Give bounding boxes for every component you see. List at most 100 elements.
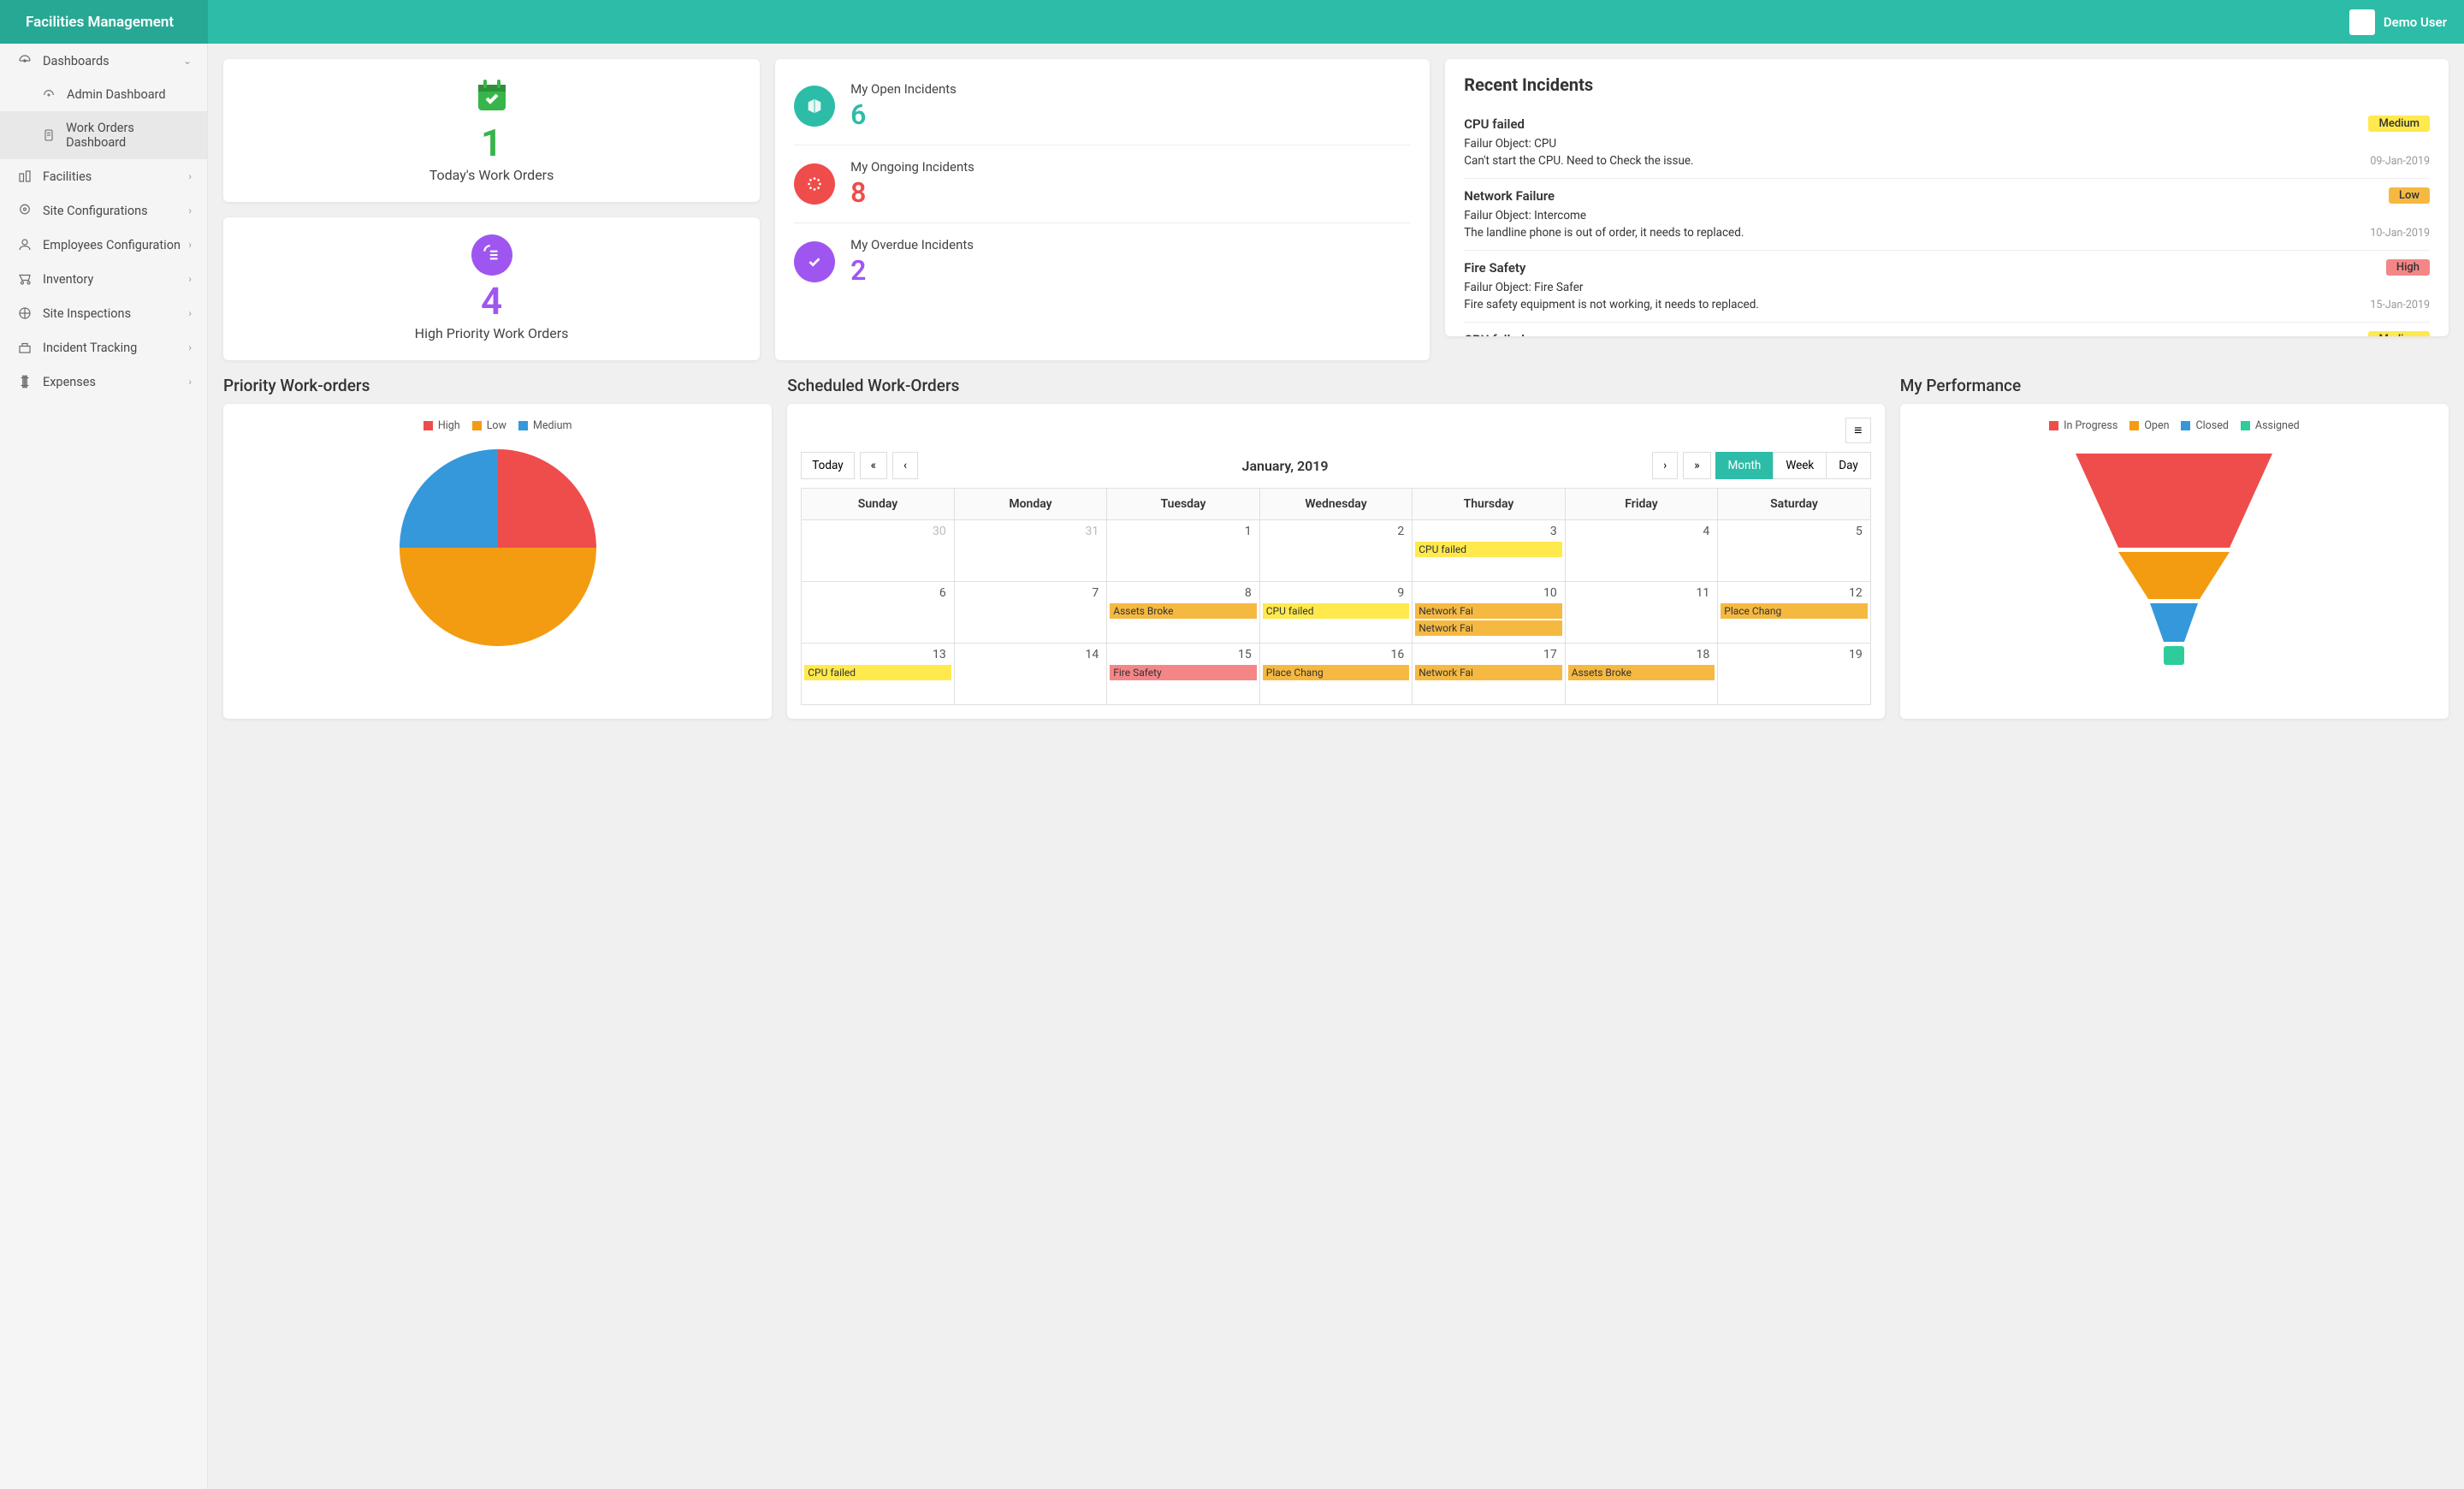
calendar-event[interactable]: CPU failed	[1263, 603, 1410, 619]
calendar-cell[interactable]: 12Place Chang	[1718, 582, 1871, 644]
sidebar-item-work-orders-dashboard[interactable]: Work Orders Dashboard	[0, 111, 207, 159]
calendar-day-header: Thursday	[1413, 489, 1566, 520]
performance-funnel-chart	[1916, 441, 2433, 680]
legend-low: Low	[487, 419, 506, 432]
calendar-event[interactable]: Place Chang	[1263, 665, 1410, 680]
calendar-cell[interactable]: 10Network FaiNetwork Fai	[1413, 582, 1566, 644]
day-number: 12	[1721, 584, 1868, 602]
calendar-event[interactable]: Network Fai	[1415, 620, 1562, 636]
check-icon	[794, 241, 835, 282]
ongoing-incidents-label: My Ongoing Incidents	[850, 159, 974, 175]
calendar-cell[interactable]: 7	[954, 582, 1107, 644]
day-number: 2	[1263, 523, 1410, 540]
sidebar-item-admin-dashboard[interactable]: Admin Dashboard	[0, 78, 207, 111]
calendar-cell[interactable]: 13CPU failed	[802, 644, 955, 705]
priority-pie-chart	[400, 449, 596, 646]
sidebar-item-facilities[interactable]: Facilities›	[0, 159, 207, 193]
calendar-event[interactable]: Fire Safety	[1110, 665, 1257, 680]
legend-medium: Medium	[533, 419, 572, 432]
calendar-event[interactable]: Assets Broke	[1110, 603, 1257, 619]
sidebar-item-site-configurations[interactable]: Site Configurations›	[0, 193, 207, 228]
calendar-event[interactable]: Network Fai	[1415, 603, 1562, 619]
next-button[interactable]: ›	[1652, 452, 1678, 479]
high-priority-label: High Priority Work Orders	[415, 325, 569, 341]
calendar-day-header: Sunday	[802, 489, 955, 520]
day-number: 10	[1415, 584, 1562, 602]
day-number: 9	[1263, 584, 1410, 602]
day-number: 4	[1568, 523, 1715, 540]
incident-item[interactable]: CPU failedMediumFailur Object: CPUCan't …	[1464, 107, 2430, 179]
calendar-cell[interactable]: 14	[954, 644, 1107, 705]
ongoing-incidents-row[interactable]: My Ongoing Incidents 8	[794, 145, 1411, 223]
chevron-right-icon: ›	[188, 273, 192, 285]
sidebar-item-expenses[interactable]: Expenses›	[0, 365, 207, 399]
calendar-cell[interactable]: 15 Fire Safety	[1107, 644, 1260, 705]
calendar-cell[interactable]: 5	[1718, 520, 1871, 582]
incident-item[interactable]: Network FailureLowFailur Object: Interco…	[1464, 179, 2430, 251]
overdue-incidents-value: 2	[850, 254, 974, 287]
calendar-event[interactable]: CPU failed	[804, 665, 951, 680]
incident-item[interactable]: Fire SafetyHighFailur Object: Fire Safer…	[1464, 251, 2430, 323]
sidebar: Dashboards⌄Admin Dashboard Work Orders Da…	[0, 44, 208, 1489]
view-month-button[interactable]: Month	[1715, 452, 1774, 479]
calendar-event[interactable]: Place Chang	[1721, 603, 1868, 619]
day-number: 19	[1721, 646, 1868, 663]
high-priority-card[interactable]: 4 High Priority Work Orders	[223, 217, 760, 360]
calendar-cell[interactable]: 30	[802, 520, 955, 582]
next-fast-button[interactable]: »	[1683, 452, 1710, 479]
calendar-cell[interactable]: 2	[1259, 520, 1413, 582]
calendar-cell[interactable]: 19	[1718, 644, 1871, 705]
calendar-cell[interactable]: 18 Assets Broke	[1565, 644, 1718, 705]
prev-button[interactable]: ‹	[892, 452, 918, 479]
prev-fast-button[interactable]: «	[860, 452, 887, 479]
sidebar-item-dashboards[interactable]: Dashboards⌄	[0, 44, 207, 78]
overdue-incidents-row[interactable]: My Overdue Incidents 2	[794, 223, 1411, 300]
avatar	[2349, 9, 2375, 35]
open-incidents-row[interactable]: My Open Incidents 6	[794, 68, 1411, 145]
day-number: 31	[957, 523, 1105, 540]
incident-object: Failur Object: CPU	[1464, 137, 2430, 151]
sidebar-item-employees-configuration[interactable]: Employees Configuration›	[0, 228, 207, 262]
today-work-orders-card[interactable]: 1 Today's Work Orders	[223, 59, 760, 202]
incident-title: CPU failed	[1464, 116, 1525, 132]
sidebar-item-incident-tracking[interactable]: Incident Tracking›	[0, 330, 207, 365]
calendar-day-header: Wednesday	[1259, 489, 1413, 520]
calendar-menu-button[interactable]: ≡	[1845, 418, 1871, 443]
calendar-cell[interactable]: 31	[954, 520, 1107, 582]
loading-icon	[794, 163, 835, 205]
sidebar-item-label: Work Orders Dashboard	[66, 121, 192, 150]
day-number: 15	[1110, 646, 1257, 663]
calendar-cell[interactable]: 1	[1107, 520, 1260, 582]
calendar-card: ≡ Today « ‹ January, 2019 › »	[787, 404, 1885, 719]
calendar-event[interactable]: CPU failed	[1415, 542, 1562, 557]
calendar-cell[interactable]: 8Assets Broke	[1107, 582, 1260, 644]
calendar-cell[interactable]: 3 CPU failed	[1413, 520, 1566, 582]
nav-icon	[15, 271, 34, 287]
calendar-event[interactable]: Network Fai	[1415, 665, 1562, 680]
today-button[interactable]: Today	[801, 452, 854, 479]
calendar-cell[interactable]: 9CPU failed	[1259, 582, 1413, 644]
incident-object: Failur Object: Fire Safer	[1464, 281, 2430, 294]
sidebar-item-inventory[interactable]: Inventory›	[0, 262, 207, 296]
header: Facilities Management Demo User	[0, 0, 2464, 44]
day-number: 5	[1721, 523, 1868, 540]
user-menu[interactable]: Demo User	[2349, 9, 2447, 35]
calendar-cell[interactable]: 16Place Chang	[1259, 644, 1413, 705]
day-number: 18	[1568, 646, 1715, 663]
chevron-right-icon: ›	[188, 170, 192, 182]
view-week-button[interactable]: Week	[1773, 452, 1827, 479]
calendar-cell[interactable]: 4	[1565, 520, 1718, 582]
calendar-cell[interactable]: 6	[802, 582, 955, 644]
recent-incidents-title: Recent Incidents	[1464, 74, 2430, 95]
calendar-month-label: January, 2019	[923, 458, 1647, 474]
calendar-cell[interactable]: 17Network Fai	[1413, 644, 1566, 705]
sidebar-item-site-inspections[interactable]: Site Inspections›	[0, 296, 207, 330]
day-number: 3	[1415, 523, 1562, 540]
incident-item[interactable]: CPU failedMedium	[1464, 323, 2430, 336]
calendar-event[interactable]: Assets Broke	[1568, 665, 1715, 680]
day-number: 7	[957, 584, 1105, 602]
sidebar-item-label: Site Inspections	[43, 306, 131, 321]
view-day-button[interactable]: Day	[1826, 452, 1871, 479]
calendar-cell[interactable]: 11	[1565, 582, 1718, 644]
legend-inprogress: In Progress	[2064, 419, 2118, 432]
